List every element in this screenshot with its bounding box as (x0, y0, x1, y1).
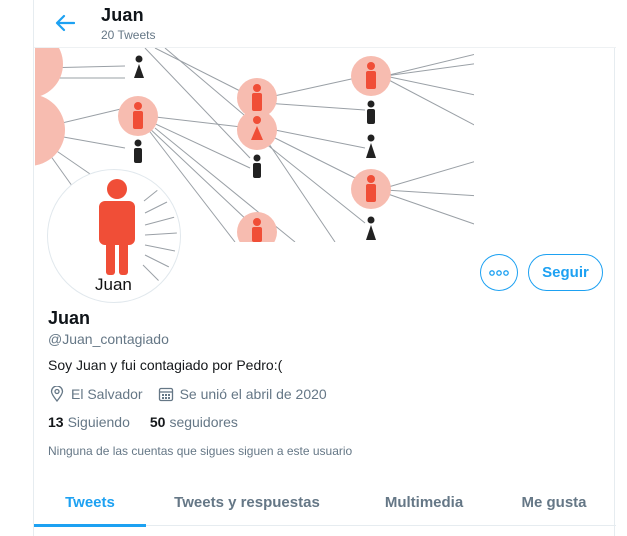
profile-meta: El Salvador Se unió el abril de 2020 (48, 385, 327, 403)
follow-button[interactable]: Seguir (528, 254, 603, 291)
tab-tweets[interactable]: Tweets (34, 478, 146, 527)
avatar-label: Juan (95, 275, 132, 294)
followers-link[interactable]: 50 seguidores (150, 414, 238, 430)
followers-you-know-notice: Ninguna de las cuentas que sigues siguen… (48, 444, 353, 458)
location-pin-icon (48, 385, 66, 403)
header-name: Juan (101, 5, 144, 25)
profile-location: El Salvador (71, 386, 143, 402)
tab-likes[interactable]: Me gusta (504, 478, 604, 526)
following-link[interactable]: 13 Siguiendo (48, 414, 130, 430)
avatar[interactable]: Juan (48, 170, 180, 302)
more-options-button[interactable] (480, 254, 518, 291)
tab-tweets-and-replies-label: Tweets y respuestas (174, 493, 320, 511)
header-tweet-count: 20 Tweets (101, 28, 156, 42)
profile-stats: 13 Siguiendo 50 seguidores (48, 414, 238, 430)
calendar-icon (157, 385, 175, 403)
following-count: 13 (48, 414, 64, 430)
profile-name: Juan (48, 308, 91, 328)
profile-bio: Soy Juan y fui contagiado por Pedro:( (48, 357, 283, 373)
profile-column: Juan 20 Tweets Juan Seguir Juan @Juan_co… (33, 0, 616, 536)
profile-join-date: Se unió el abril de 2020 (179, 386, 327, 402)
followers-label: seguidores (169, 414, 238, 430)
tab-likes-label: Me gusta (521, 493, 587, 511)
profile-tabs: Tweets Tweets y respuestas Multimedia Me… (34, 478, 616, 527)
profile-header-bar: Juan 20 Tweets (34, 0, 616, 48)
more-horizontal-icon (489, 269, 509, 276)
tab-media[interactable]: Multimedia (354, 478, 494, 526)
tab-tweets-label: Tweets (65, 493, 115, 511)
following-label: Siguiendo (67, 414, 130, 430)
arrow-left-icon (55, 14, 75, 32)
tab-media-label: Multimedia (384, 493, 464, 511)
followers-count: 50 (149, 414, 166, 430)
profile-handle: @Juan_contagiado (48, 331, 169, 347)
tab-tweets-and-replies[interactable]: Tweets y respuestas (162, 478, 332, 526)
back-button[interactable] (48, 8, 82, 38)
active-tab-indicator (34, 524, 146, 527)
